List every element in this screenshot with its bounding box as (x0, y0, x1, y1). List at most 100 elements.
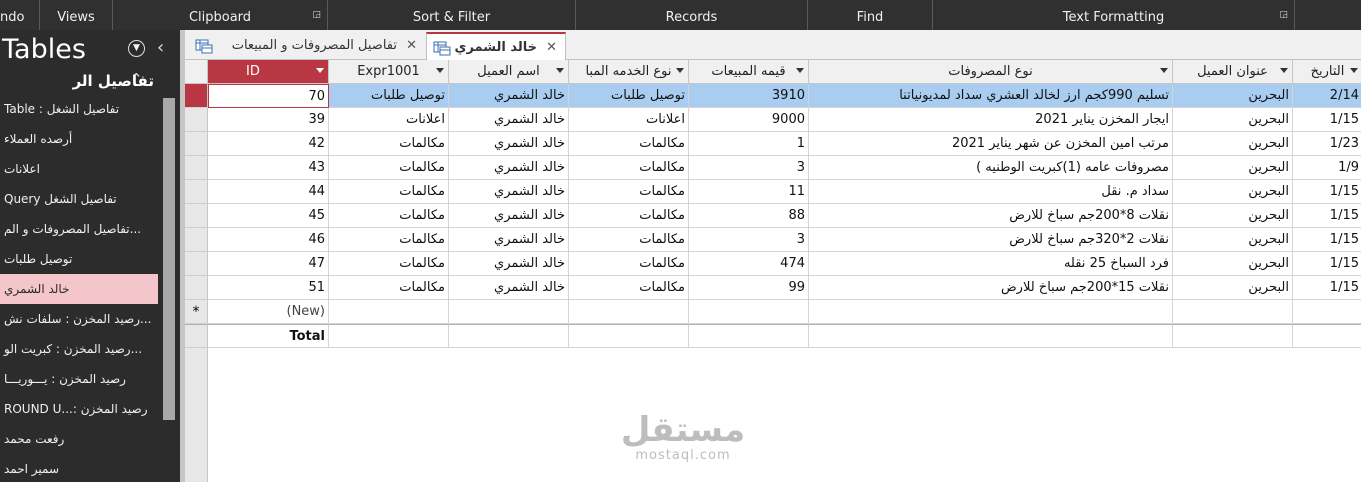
table-cell[interactable]: خالد الشمري (449, 276, 569, 300)
table-cell[interactable]: خالد الشمري (449, 252, 569, 276)
total-cell[interactable] (689, 324, 809, 348)
col-sales-value-header[interactable]: قيمه المبيعات (689, 60, 809, 84)
ribbon-group-undo[interactable]: ndo (0, 0, 40, 30)
table-cell[interactable]: 1/15 (1293, 108, 1361, 132)
col-expense-type-header[interactable]: نوع المصروفات (809, 60, 1173, 84)
nav-item-expenses-sales[interactable]: تفاصيل المصروفات و الم... (0, 214, 158, 244)
table-cell[interactable]: 1/15 (1293, 204, 1361, 228)
chevron-down-icon[interactable] (676, 68, 684, 73)
table-cell[interactable]: اعلانات (329, 108, 449, 132)
empty-cell[interactable] (809, 300, 1173, 324)
col-id-header[interactable]: ID (208, 60, 329, 84)
nav-item-delivery[interactable]: توصيل طلبات (0, 244, 158, 274)
new-record-marker[interactable]: * (185, 300, 208, 324)
total-cell[interactable] (569, 324, 689, 348)
table-cell[interactable]: 42 (208, 132, 329, 156)
table-cell[interactable]: 1/15 (1293, 180, 1361, 204)
col-service-type-header[interactable]: نوع الخدمه المبا (569, 60, 689, 84)
empty-cell[interactable] (689, 300, 809, 324)
tab-khaled[interactable]: خالد الشمري ✕ (426, 32, 566, 60)
table-cell[interactable]: نقلات 8*200جم سباخ للارض (809, 204, 1173, 228)
table-cell[interactable]: اعلانات (569, 108, 689, 132)
table-cell[interactable]: خالد الشمري (449, 204, 569, 228)
table-cell[interactable]: البحرين (1173, 204, 1293, 228)
table-cell[interactable]: 46 (208, 228, 329, 252)
table-cell[interactable]: مكالمات (569, 252, 689, 276)
table-cell[interactable]: مكالمات (329, 252, 449, 276)
col-customer-name-header[interactable]: اسم العميل (449, 60, 569, 84)
empty-cell[interactable] (569, 300, 689, 324)
table-cell[interactable]: مكالمات (569, 276, 689, 300)
row-selector[interactable] (185, 156, 208, 180)
table-cell[interactable]: نقلات 15*200جم سباخ للارض (809, 276, 1173, 300)
table-cell[interactable]: 1/15 (1293, 228, 1361, 252)
ribbon-group-clipboard[interactable]: Clipboard ◲ (113, 0, 328, 30)
new-record-cell[interactable]: (New) (208, 300, 329, 324)
nav-item-samir[interactable]: سمير احمد (0, 454, 158, 482)
table-cell[interactable]: 2/14 (1293, 84, 1361, 108)
table-cell[interactable]: مكالمات (329, 156, 449, 180)
empty-cell[interactable] (329, 300, 449, 324)
chevron-down-icon[interactable] (796, 68, 804, 73)
chevron-down-icon[interactable] (436, 68, 444, 73)
table-cell[interactable]: البحرين (1173, 228, 1293, 252)
nav-scrollbar[interactable] (160, 88, 178, 482)
nav-item-query-details[interactable]: Query تفاصيل الشغل (0, 184, 158, 214)
nav-item-refaat[interactable]: رفعت محمد (0, 424, 158, 454)
table-cell[interactable]: 9000 (689, 108, 809, 132)
table-cell[interactable]: خالد الشمري (449, 156, 569, 180)
table-cell[interactable]: 51 (208, 276, 329, 300)
nav-item-khaled[interactable]: خالد الشمري (0, 274, 158, 304)
table-cell[interactable]: البحرين (1173, 180, 1293, 204)
ribbon-group-sort-filter[interactable]: Sort & Filter (328, 0, 576, 30)
table-cell[interactable]: 44 (208, 180, 329, 204)
select-all-corner[interactable] (185, 60, 208, 84)
table-cell[interactable]: توصيل طلبات (569, 84, 689, 108)
close-icon[interactable]: ✕ (546, 34, 557, 62)
dialog-launcher-icon[interactable]: ◲ (1279, 10, 1288, 20)
table-cell[interactable]: خالد الشمري (449, 132, 569, 156)
row-selector[interactable] (185, 84, 208, 108)
table-cell[interactable]: البحرين (1173, 84, 1293, 108)
row-selector[interactable] (185, 108, 208, 132)
total-cell[interactable] (1173, 324, 1293, 348)
table-cell[interactable]: مكالمات (329, 204, 449, 228)
table-cell[interactable]: فرد السباخ 25 نقله (809, 252, 1173, 276)
table-cell[interactable]: 1/15 (1293, 276, 1361, 300)
nav-item-ads[interactable]: اعلانات (0, 154, 158, 184)
chevron-down-icon[interactable] (1160, 68, 1168, 73)
col-expr1001-header[interactable]: Expr1001 (329, 60, 449, 84)
row-selector[interactable] (185, 132, 208, 156)
table-cell[interactable]: نقلات 2*320جم سباخ للارض (809, 228, 1173, 252)
row-selector[interactable] (185, 228, 208, 252)
nav-item-stock-sulfur[interactable]: رصيد المخزن : كبريت الو... (0, 334, 158, 364)
table-cell[interactable]: البحرين (1173, 132, 1293, 156)
table-cell[interactable]: 1/23 (1293, 132, 1361, 156)
table-cell[interactable]: 3 (689, 228, 809, 252)
nav-item-stock-roundup[interactable]: ROUND U...: رصيد المخزن (0, 394, 158, 424)
nav-menu-icon[interactable]: ▼ (128, 40, 145, 57)
table-cell[interactable]: 1 (689, 132, 809, 156)
chevron-down-icon[interactable] (1350, 68, 1358, 73)
table-cell[interactable]: البحرين (1173, 252, 1293, 276)
table-cell[interactable]: 88 (689, 204, 809, 228)
row-selector[interactable] (185, 252, 208, 276)
table-cell[interactable]: البحرين (1173, 276, 1293, 300)
table-cell[interactable]: مكالمات (569, 156, 689, 180)
table-cell[interactable]: 1/9 (1293, 156, 1361, 180)
col-customer-address-header[interactable]: عنوان العميل (1173, 60, 1293, 84)
table-cell[interactable]: مكالمات (569, 180, 689, 204)
table-cell[interactable]: توصيل طلبات (329, 84, 449, 108)
nav-item-table-details[interactable]: Table : تفاصيل الشغل (0, 94, 158, 124)
row-selector[interactable] (185, 180, 208, 204)
table-cell[interactable]: سداد م. نقل (809, 180, 1173, 204)
row-selector[interactable] (185, 204, 208, 228)
table-cell[interactable]: مكالمات (569, 204, 689, 228)
nav-item-customer-balances[interactable]: أرصده العملاء (0, 124, 158, 154)
table-cell[interactable]: 11 (689, 180, 809, 204)
table-cell[interactable]: تسليم 990كجم ارز لخالد العشري سداد لمديو… (809, 84, 1173, 108)
nav-scroll-thumb[interactable] (163, 98, 175, 420)
empty-cell[interactable] (449, 300, 569, 324)
ribbon-group-text-formatting[interactable]: Text Formatting ◲ (933, 0, 1295, 30)
tab-expenses-sales[interactable]: تفاصيل المصروفات و المبيعات ✕ (189, 32, 425, 60)
